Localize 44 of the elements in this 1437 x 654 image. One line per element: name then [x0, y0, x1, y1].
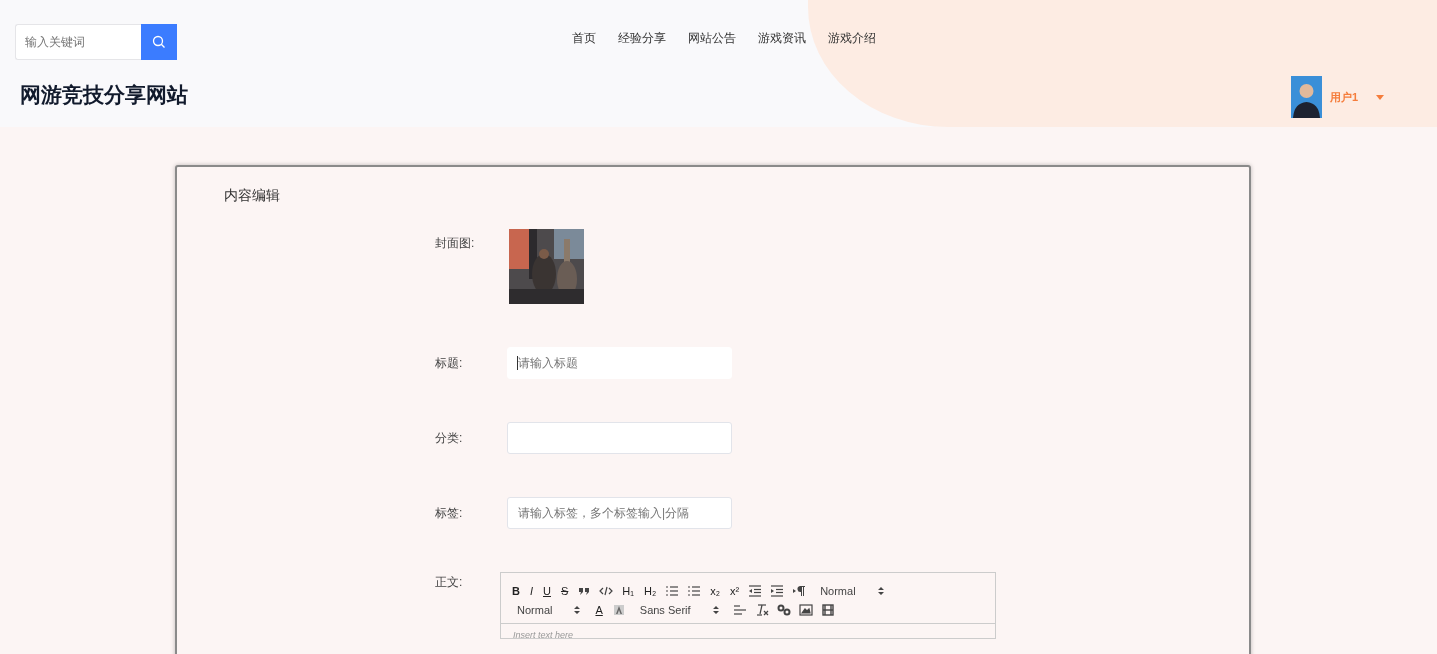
- paragraph-icon[interactable]: [792, 584, 807, 597]
- format-button[interactable]: x₂: [709, 584, 721, 597]
- align-icon[interactable]: [732, 603, 747, 616]
- sort-arrows-icon: [877, 585, 884, 596]
- outdent-icon[interactable]: [748, 584, 763, 597]
- avatar[interactable]: [1290, 76, 1322, 118]
- site-title: 网游竞技分享网站: [20, 82, 188, 108]
- bullet-list-icon[interactable]: [687, 584, 702, 597]
- indent-icon[interactable]: [770, 584, 785, 597]
- text-color-button[interactable]: A: [594, 603, 604, 616]
- search-icon: [152, 35, 166, 49]
- card-title: 内容编辑: [224, 187, 280, 205]
- sort-arrows-icon: [574, 604, 581, 615]
- text-field[interactable]: 请输入标签，多个标签输入|分隔: [507, 497, 732, 529]
- sort-arrows-icon: [712, 604, 719, 615]
- nav-link[interactable]: 经验分享: [618, 29, 666, 47]
- format-button[interactable]: x²: [728, 584, 741, 597]
- search-button[interactable]: [141, 24, 177, 60]
- field-label: 标签:: [435, 505, 464, 521]
- search-field[interactable]: 输入关键词: [15, 24, 141, 60]
- format-button[interactable]: B: [511, 584, 521, 597]
- nav-link[interactable]: 首页: [572, 29, 596, 47]
- highlight-icon[interactable]: [611, 603, 626, 616]
- nav-link[interactable]: 游戏介绍: [828, 29, 876, 47]
- format-dropdown[interactable]: Sans Serif: [633, 603, 725, 616]
- nav-link[interactable]: 游戏资讯: [758, 29, 806, 47]
- format-button[interactable]: U: [542, 584, 552, 597]
- image-icon[interactable]: [798, 603, 813, 616]
- nav-link[interactable]: 网站公告: [688, 29, 736, 47]
- field-label: 正文:: [435, 574, 464, 590]
- clear-format-icon[interactable]: [754, 603, 769, 616]
- format-button[interactable]: S: [559, 584, 570, 597]
- field-label: 分类:: [435, 430, 464, 446]
- field-label: 封面图:: [435, 235, 476, 251]
- format-button[interactable]: I: [528, 584, 534, 597]
- format-dropdown[interactable]: Normal: [814, 584, 890, 597]
- text-field[interactable]: [507, 422, 732, 454]
- format-dropdown[interactable]: Normal: [511, 603, 587, 616]
- video-icon[interactable]: [820, 603, 835, 616]
- format-button[interactable]: H₂: [642, 584, 658, 597]
- link-icon[interactable]: [776, 603, 791, 616]
- format-button[interactable]: H₁: [621, 584, 635, 597]
- code-icon[interactable]: [599, 584, 614, 597]
- field-label: 标题:: [435, 355, 464, 371]
